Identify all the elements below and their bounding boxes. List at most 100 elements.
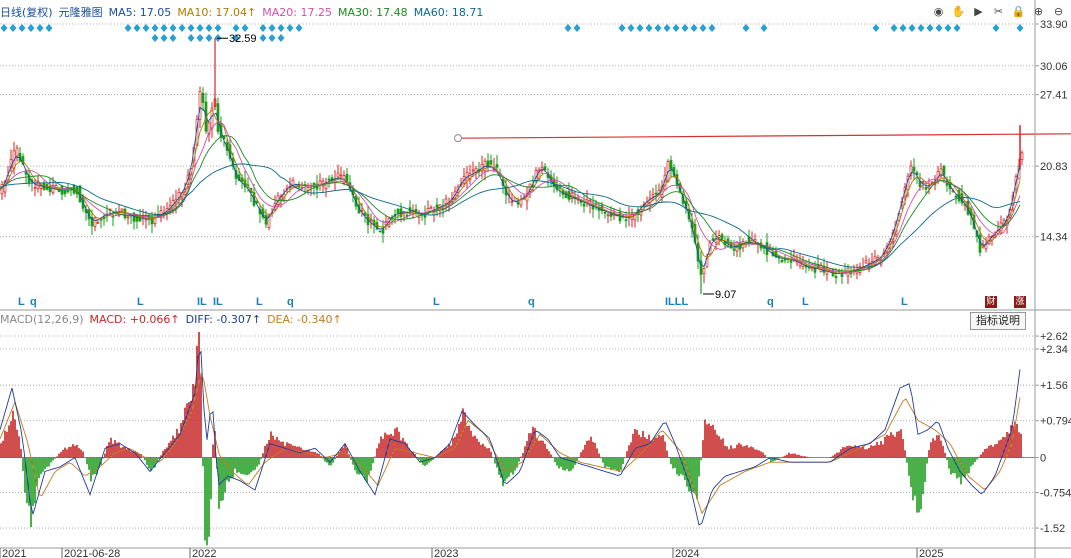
signal-markers-top xyxy=(0,24,1024,42)
candle-body xyxy=(780,260,784,263)
zoom-in-icon[interactable]: ⊕ xyxy=(1030,3,1047,20)
candle-body xyxy=(201,93,205,103)
low-annotation-label: 9.07 xyxy=(715,289,736,301)
candle-body xyxy=(378,230,382,233)
signal-diamond-marker xyxy=(205,24,213,32)
candle-body xyxy=(15,147,19,157)
limit-up-tag[interactable]: 涨 xyxy=(1014,296,1026,308)
price-tick-label: 33.90 xyxy=(1040,19,1068,31)
main-legend: 日线(复权) 元隆雅图 MA5: 17.05 MA10: 17.04↑ MA20: 17… xyxy=(0,4,489,20)
indicator-help-button[interactable]: 指标说明 xyxy=(970,312,1026,330)
candle-body xyxy=(324,183,328,189)
macd-legend: MACD(12,26,9) MACD: +0.066↑ DIFF: -0.307↑ D… xyxy=(0,313,348,326)
signal-diamond-marker xyxy=(0,24,8,32)
candle-body xyxy=(603,211,607,214)
signal-diamond-marker xyxy=(160,24,168,32)
scissors-icon[interactable]: ✂ xyxy=(990,3,1007,20)
macd-legend-diff: DIFF: -0.307↑ xyxy=(185,313,262,326)
signal-diamond-marker xyxy=(277,34,285,42)
signal-diamond-marker xyxy=(760,24,768,32)
signal-diamond-marker xyxy=(899,24,907,32)
macd-legend-title[interactable]: MACD(12,26,9) xyxy=(0,313,84,326)
event-marker-label: q xyxy=(767,296,774,308)
signal-diamond-marker xyxy=(708,24,716,32)
x-tick-label: 2021 xyxy=(2,548,26,558)
signal-diamond-marker xyxy=(259,24,267,32)
candle-body xyxy=(924,186,928,190)
signal-diamond-marker xyxy=(573,24,581,32)
signal-diamond-marker xyxy=(18,24,26,32)
event-marker-label: IL xyxy=(197,296,207,308)
event-marker-label: L xyxy=(433,296,440,308)
x-tick-label: 2022 xyxy=(192,548,216,558)
eye-icon[interactable]: ◉ xyxy=(930,3,947,20)
signal-diamond-marker xyxy=(953,24,961,32)
signal-diamond-marker xyxy=(142,24,150,32)
signal-diamond-marker xyxy=(286,24,294,32)
signal-diamond-marker xyxy=(944,24,952,32)
signal-diamond-marker xyxy=(992,24,1000,32)
candle-body xyxy=(33,187,37,190)
candle-body xyxy=(606,214,610,217)
trendline[interactable] xyxy=(454,133,1071,143)
macd-tick-label: +2.34 xyxy=(1040,344,1068,356)
lock-icon[interactable]: 🔒 xyxy=(1010,3,1027,20)
signal-diamond-marker xyxy=(627,24,635,32)
candle-body xyxy=(711,238,715,241)
candle-body xyxy=(510,201,514,203)
signal-diamond-marker xyxy=(663,24,671,32)
x-tick-label: 2021-06-28 xyxy=(64,548,120,558)
signal-diamond-marker xyxy=(187,34,195,42)
play-icon[interactable]: ▶ xyxy=(970,3,987,20)
candle-body xyxy=(720,234,724,240)
macd-tick-label: -0.754 xyxy=(1040,488,1071,500)
candle-body xyxy=(429,207,433,209)
legend-stock-name: 元隆雅图 xyxy=(58,6,103,19)
candle-body xyxy=(489,160,493,165)
event-marker-label: q xyxy=(30,296,37,308)
signal-diamond-marker xyxy=(908,24,916,32)
signal-diamond-marker xyxy=(917,24,925,32)
signal-diamond-marker xyxy=(124,24,132,32)
signal-diamond-marker xyxy=(681,24,689,32)
trendline-segment xyxy=(457,133,1071,139)
high-annotation-label: 32.59 xyxy=(229,33,257,45)
candle-body xyxy=(264,214,268,225)
macd-lines xyxy=(0,350,1021,526)
legend-ma30: MA30: 17.48 xyxy=(337,6,408,19)
signal-diamond-marker xyxy=(45,24,53,32)
trendline-handle xyxy=(454,134,462,143)
candle-body xyxy=(930,181,934,184)
candlestick-series xyxy=(0,38,1024,294)
hand-icon[interactable]: ✋ xyxy=(950,3,967,20)
macd-legend-macd: MACD: +0.066↑ xyxy=(89,313,180,326)
event-marker-label: IL xyxy=(213,296,223,308)
signal-diamond-marker xyxy=(690,24,698,32)
signal-diamond-marker xyxy=(133,24,141,32)
candle-body xyxy=(912,166,916,172)
candle-body xyxy=(120,208,124,211)
signal-diamond-marker xyxy=(1016,24,1024,32)
macd-tick-label: -1.52 xyxy=(1040,523,1065,535)
legend-title[interactable]: 日线(复权) xyxy=(0,6,53,19)
x-tick-label: 2025 xyxy=(919,548,943,558)
signal-diamond-marker xyxy=(196,24,204,32)
candle-body xyxy=(93,217,97,227)
candle-body xyxy=(717,235,721,238)
candle-body xyxy=(471,169,475,172)
stock-chart-canvas[interactable]: 32.599.07 Lq L IL IL Lq Lq ILLL q L L 33.9030.062… xyxy=(0,0,1071,558)
zoom-out-icon[interactable]: ⊖ xyxy=(1050,3,1067,20)
signal-diamond-marker xyxy=(169,24,177,32)
legend-ma5: MA5: 17.05 xyxy=(108,6,172,19)
finance-tag[interactable]: 财 xyxy=(985,296,997,308)
legend-ma10: MA10: 17.04↑ xyxy=(177,6,257,19)
candle-body xyxy=(336,172,340,178)
candle-body xyxy=(927,185,931,189)
event-marker-label: L xyxy=(901,296,908,308)
candle-body xyxy=(624,219,628,222)
signal-diamond-marker xyxy=(205,34,213,42)
signal-diamond-marker xyxy=(196,34,204,42)
signal-diamond-marker xyxy=(699,24,707,32)
moving-average-lines xyxy=(0,106,1021,275)
ma10-line xyxy=(0,109,1021,274)
